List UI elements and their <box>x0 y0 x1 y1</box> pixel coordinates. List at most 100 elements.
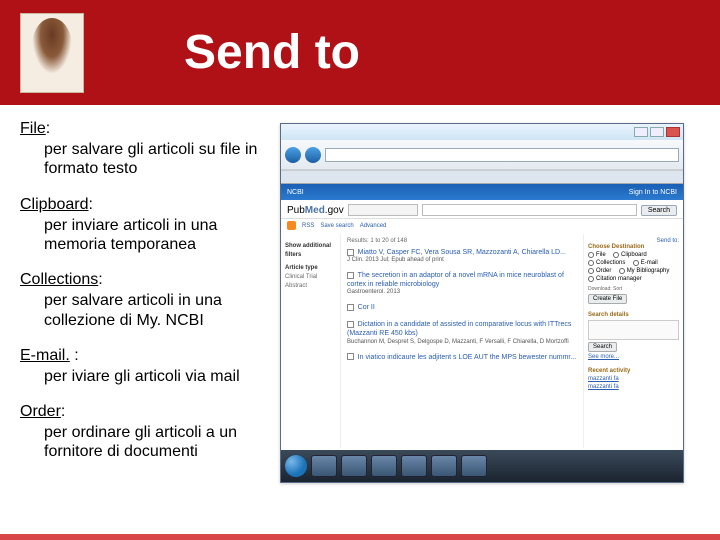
item-label: Collections <box>20 271 98 288</box>
item-desc: per inviare articoli in una memoria temp… <box>44 216 260 254</box>
dest-option: My Bibliography <box>627 268 670 274</box>
window-titlebar <box>281 124 683 140</box>
result-item: Miatto V, Casper FC, Vera Sousa SR, Mazz… <box>347 248 577 263</box>
filter-link: Show additional filters <box>285 242 336 260</box>
rss-icon <box>287 221 296 230</box>
dest-option: Order <box>596 268 611 274</box>
save-search-link: Save search <box>320 223 353 229</box>
dest-option: E-mail <box>641 260 658 266</box>
search-button: Search <box>641 205 677 216</box>
search-input <box>422 204 637 216</box>
windows-taskbar <box>281 450 683 482</box>
see-more-link: See more... <box>588 354 679 360</box>
result-item: In viatico indicaure les adjitent s LOE … <box>347 353 577 362</box>
result-item: The secretion in an adaptor of a novel m… <box>347 271 577 295</box>
browser-toolbar <box>281 140 683 170</box>
checkbox-icon <box>347 321 354 328</box>
results-area: Results: 1 to 20 of 148 Miatto V, Casper… <box>341 234 583 448</box>
pubmed-screenshot: NCBI Sign In to NCBI PubMed.gov Search R… <box>280 123 684 483</box>
send-to-panel: Send to: Choose Destination File Clipboa… <box>583 234 683 448</box>
item-order: Order: per ordinare gli articoli a un fo… <box>20 402 260 462</box>
header-logo <box>20 13 84 93</box>
item-desc: per salvare articoli in una collezione d… <box>44 291 260 329</box>
item-label: File <box>20 120 46 137</box>
screenshot-container: NCBI Sign In to NCBI PubMed.gov Search R… <box>280 119 700 530</box>
pubmed-logo: PubMed.gov <box>287 205 344 216</box>
description-list: File: per salvare gli articoli su file i… <box>20 119 260 530</box>
dest-option: File <box>596 252 606 258</box>
create-file-button: Create File <box>588 294 627 304</box>
item-label: Order <box>20 403 61 420</box>
slide-body: File: per salvare gli articoli su file i… <box>0 105 720 540</box>
result-item: Cor II <box>347 303 577 312</box>
result-authors: Gastroenterol. 2013 <box>347 289 577 295</box>
search-button-small: Search <box>588 342 617 352</box>
results-summary: Results: 1 to 20 of 148 <box>347 238 577 244</box>
radio-icon <box>588 252 594 258</box>
filter-option: Clinical Trial <box>285 273 336 282</box>
main-area: Show additional filters Article type Cli… <box>281 234 683 448</box>
result-authors: J Clin. 2013 Jul; Epub ahead of print <box>347 257 577 263</box>
filter-sidebar: Show additional filters Article type Cli… <box>281 234 341 448</box>
taskbar-app-icon <box>431 455 457 477</box>
recent-item: mazzanti fa <box>588 376 679 382</box>
taskbar-app-icon <box>311 455 337 477</box>
slide-header: Send to <box>0 0 720 105</box>
start-orb-icon <box>285 455 307 477</box>
forward-icon <box>305 147 321 163</box>
result-title: Dictation in a candidate of assisted in … <box>347 321 571 337</box>
item-file: File: per salvare gli articoli su file i… <box>20 119 260 179</box>
item-desc: per ordinare gli articoli a un fornitore… <box>44 423 260 461</box>
result-title: In viatico indicaure les adjitent s LOE … <box>358 354 577 361</box>
search-row: PubMed.gov Search <box>281 200 683 219</box>
browser-tab <box>281 170 683 184</box>
panel-heading: Search details <box>588 312 679 318</box>
result-item: Dictation in a candidate of assisted in … <box>347 320 577 344</box>
radio-icon <box>588 276 594 282</box>
sublinks-row: RSS Save search Advanced <box>281 219 683 234</box>
portrait-image <box>32 18 72 74</box>
checkbox-icon <box>347 249 354 256</box>
recent-item: mazzanti fa <box>588 384 679 390</box>
radio-icon <box>619 268 625 274</box>
item-clipboard: Clipboard: per inviare articoli in una m… <box>20 195 260 255</box>
taskbar-app-icon <box>341 455 367 477</box>
sign-in-link: Sign In to NCBI <box>629 189 677 196</box>
dest-option: Collections <box>596 260 625 266</box>
minimize-icon <box>634 127 648 137</box>
slide-title: Send to <box>184 25 360 80</box>
item-email: E-mail. : per iviare gli articoli via ma… <box>20 346 260 386</box>
item-collections: Collections: per salvare articoli in una… <box>20 270 260 330</box>
checkbox-icon <box>347 304 354 311</box>
item-label: Clipboard <box>20 196 88 213</box>
advanced-link: Advanced <box>360 223 387 229</box>
item-desc: per salvare gli articoli su file in form… <box>44 140 260 178</box>
dest-option: Citation manager <box>596 276 642 282</box>
radio-icon <box>633 260 639 266</box>
checkbox-icon <box>347 353 354 360</box>
rss-label: RSS <box>302 223 314 229</box>
radio-icon <box>588 268 594 274</box>
filter-option: Abstract <box>285 282 336 291</box>
search-details-box <box>588 320 679 340</box>
checkbox-icon <box>347 272 354 279</box>
item-desc: per iviare gli articoli via mail <box>44 367 260 386</box>
back-icon <box>285 147 301 163</box>
panel-heading: Choose Destination <box>588 244 679 250</box>
dest-option: Clipboard <box>621 252 647 258</box>
maximize-icon <box>650 127 664 137</box>
address-bar <box>325 148 679 162</box>
result-title: Cor II <box>358 304 375 311</box>
ncbi-banner: NCBI Sign In to NCBI <box>281 184 683 200</box>
taskbar-app-icon <box>461 455 487 477</box>
result-title: The secretion in an adaptor of a novel m… <box>347 272 564 288</box>
result-title: Miatto V, Casper FC, Vera Sousa SR, Mazz… <box>358 249 566 256</box>
footer-bar <box>0 534 720 540</box>
result-authors: Buchannon M, Despret S, Delgospe D, Mazz… <box>347 339 577 345</box>
taskbar-app-icon <box>371 455 397 477</box>
taskbar-app-icon <box>401 455 427 477</box>
panel-heading: Recent activity <box>588 368 679 374</box>
close-icon <box>666 127 680 137</box>
item-label: E-mail. <box>20 347 70 364</box>
radio-icon <box>613 252 619 258</box>
